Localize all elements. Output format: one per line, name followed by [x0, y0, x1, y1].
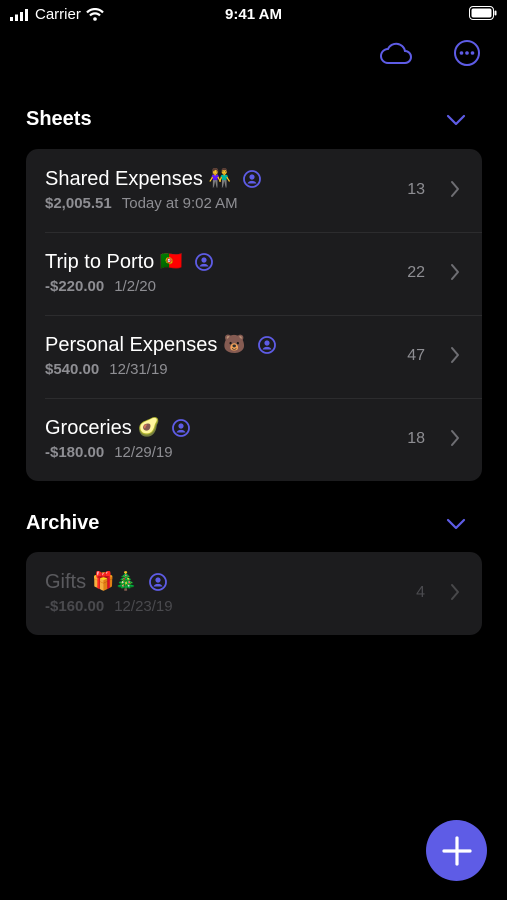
shared-person-icon [257, 336, 276, 354]
sheet-amount: -$180.00 [45, 444, 105, 461]
sheet-row[interactable]: Personal Expenses 🐻 $540.00 12/31/19 47 [26, 315, 482, 398]
collapse-archive-button[interactable] [444, 514, 468, 534]
shared-person-icon [149, 573, 167, 591]
status-time: 9:41 AM [225, 6, 282, 23]
sheet-count: 18 [407, 430, 425, 447]
sheet-row[interactable]: Trip to Porto 🇵🇹 -$220.00 1/2/20 22 [26, 232, 482, 315]
sheet-subtitle: -$220.00 1/2/20 [45, 278, 156, 295]
sheet-subtitle: $540.00 12/31/19 [45, 361, 168, 378]
sheet-row[interactable]: Groceries 🥑 -$180.00 12/29/19 18 [26, 398, 482, 481]
sheet-date: 12/23/19 [114, 598, 173, 615]
sheet-count: 47 [407, 347, 425, 364]
sheet-subtitle: $2,005.51 Today at 9:02 AM [45, 195, 238, 212]
ellipsis-circle-icon [454, 40, 480, 66]
section-title-archive: Archive [26, 512, 100, 534]
section-title-sheets: Sheets [26, 108, 92, 130]
sheet-count: 13 [407, 181, 425, 198]
sheet-emoji: 🥑 [137, 417, 161, 438]
battery-icon [469, 6, 497, 25]
shared-person-icon [172, 419, 191, 437]
chevron-right-icon [451, 181, 459, 197]
add-sheet-button[interactable] [426, 820, 487, 881]
archive-list: Gifts 🎁🎄 -$160.00 12/23/19 4 [26, 552, 482, 635]
sheet-name: Groceries [45, 417, 132, 439]
shared-person-icon [194, 253, 213, 271]
sheet-subtitle: -$160.00 12/23/19 [45, 598, 173, 615]
chevron-right-icon [451, 430, 459, 446]
chevron-right-icon [451, 264, 459, 280]
sheet-title: Personal Expenses 🐻 [45, 333, 276, 357]
sheets-list: Shared Expenses 👫 $2,005.51 Today at 9:02… [26, 149, 482, 481]
chevron-down-icon [446, 114, 466, 126]
sheet-title: Gifts 🎁🎄 [45, 570, 167, 594]
sheet-name: Trip to Porto [45, 251, 155, 273]
sheet-emoji: 👫 [208, 168, 232, 189]
sheet-name: Personal Expenses [45, 334, 218, 356]
sheet-emoji: 🎁🎄 [92, 571, 137, 592]
more-button[interactable] [449, 37, 485, 69]
sheet-title: Groceries 🥑 [45, 416, 191, 440]
sheet-amount: $540.00 [45, 361, 100, 378]
sheet-count: 22 [407, 264, 425, 281]
sheet-emoji: 🐻 [223, 334, 246, 355]
sheet-title: Trip to Porto 🇵🇹 [45, 250, 213, 274]
status-bar: Carrier 9:41 AM [0, 0, 507, 30]
plus-icon [441, 835, 472, 866]
cloud-icon [380, 42, 412, 64]
sheet-title: Shared Expenses 👫 [45, 167, 262, 191]
sheet-date: 1/2/20 [114, 278, 156, 295]
collapse-sheets-button[interactable] [444, 110, 468, 130]
sheet-amount: $2,005.51 [45, 195, 112, 212]
archived-sheet-row[interactable]: Gifts 🎁🎄 -$160.00 12/23/19 4 [26, 552, 482, 635]
sheet-subtitle: -$180.00 12/29/19 [45, 444, 173, 461]
chevron-down-icon [446, 518, 466, 530]
sheet-date: 12/29/19 [114, 444, 173, 461]
sheet-date: Today at 9:02 AM [121, 195, 238, 212]
shared-person-icon [243, 170, 262, 188]
sheet-name: Gifts [45, 571, 87, 593]
sheet-name: Shared Expenses [45, 168, 203, 190]
sheet-row[interactable]: Shared Expenses 👫 $2,005.51 Today at 9:02… [26, 149, 482, 232]
sheet-emoji: 🇵🇹 [160, 251, 183, 272]
chevron-right-icon [451, 347, 459, 363]
sheet-amount: -$160.00 [45, 598, 105, 615]
sheet-date: 12/31/19 [109, 361, 168, 378]
sheet-amount: -$220.00 [45, 278, 105, 295]
sheet-count: 4 [416, 584, 425, 601]
cloud-button[interactable] [378, 37, 414, 69]
chevron-right-icon [451, 584, 459, 600]
